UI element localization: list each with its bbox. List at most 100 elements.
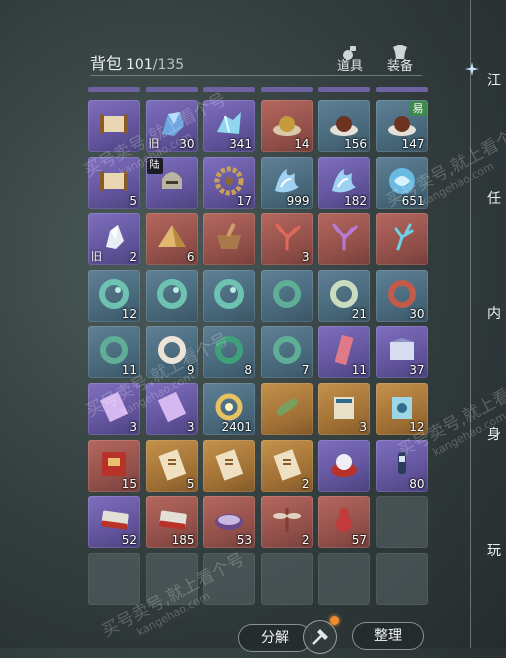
inventory-slot[interactable]: 12 [375,383,428,435]
inventory-slot[interactable]: 5 [145,439,198,492]
item-count: 101 [126,57,153,73]
inventory-slot[interactable]: 3 [145,383,198,435]
side-menu-item-2[interactable]: 任 [487,188,501,208]
inventory-slot[interactable]: 30 旧 [145,100,198,152]
jade-bracelet-icon [272,279,301,308]
item-quantity: 2 [129,250,137,265]
previous-row-edge [88,87,140,92]
inventory-slot[interactable]: 2旧 [88,213,140,266]
empty-slot[interactable] [145,552,198,605]
tab-items[interactable]: 道具 [332,44,368,74]
inventory-slot[interactable] [318,439,370,492]
item-quantity: 5 [186,476,195,491]
title-label: 背包 [90,54,123,73]
inventory-slot[interactable] [145,269,198,322]
empty-slot[interactable] [375,496,428,549]
empty-slot[interactable] [88,552,140,605]
item-quantity: 156 [344,137,367,151]
inventory-header: 背包 101/135 道具 装备 [90,44,422,74]
white-bracelet-icon [157,336,186,365]
inventory-slot[interactable]: 651 [375,156,428,209]
old-badge: 旧 [91,250,102,264]
inventory-slot[interactable]: 15 [88,439,140,492]
inventory-slot[interactable]: 182 [318,156,370,209]
side-menu-item-1[interactable]: 江 [487,70,501,90]
inventory-slot[interactable]: 11 [88,326,140,379]
inventory-slot[interactable]: 14 [260,100,313,152]
inventory-slot[interactable]: 2401 [203,383,255,435]
inventory-slot[interactable] [260,269,313,322]
inventory-slot[interactable] [375,213,428,266]
inventory-slot[interactable]: 11 [318,326,370,379]
inventory-slot[interactable] [260,383,313,435]
purple-scroll-icon [99,391,129,423]
sort-button[interactable]: 整理 [352,622,424,650]
side-menu-item-3[interactable]: 内 [487,303,501,323]
side-menu: 江 任 内 身 玩 [465,0,506,648]
empty-slot[interactable] [318,552,370,605]
paper-scroll-icon [157,448,186,481]
item-quantity: 2 [301,533,310,548]
inventory-slot[interactable]: 8 [203,326,255,379]
notification-dot [330,616,339,625]
item-quantity: 999 [286,193,310,208]
inventory-slot[interactable] [318,213,370,266]
inventory-slot[interactable] [203,213,255,266]
purple-coral-icon [332,223,358,251]
manual-icon [334,397,354,419]
inventory-slot[interactable]: 53 [203,496,255,549]
inventory-slot[interactable]: 3 [260,213,313,266]
inventory-slot[interactable]: 9 [145,326,198,379]
previous-row-edge [318,87,370,92]
old-badge: 旧 [148,137,160,150]
hammer-tool-button[interactable] [303,616,339,654]
inventory-slot[interactable]: 5 [88,156,140,209]
item-quantity: 80 [409,476,425,491]
item-quantity: 12 [409,420,425,434]
inventory-slot[interactable]: 147 易 [375,100,428,152]
inventory-slot[interactable]: 7 [260,326,313,379]
previous-row-edge [203,87,255,92]
inventory-slot[interactable]: 341 [203,100,255,152]
jade-swirl-icon [214,278,244,309]
inventory-slot[interactable] [203,269,255,322]
inventory-slot[interactable]: 37 [375,326,428,379]
inventory-slot[interactable]: 2 [260,496,313,549]
inventory-slot[interactable]: 6 [145,213,198,266]
item-quantity: 3 [186,420,195,434]
inventory-slot[interactable]: 12 [88,269,140,322]
inventory-slot[interactable]: 80 [375,439,428,492]
empty-slot[interactable] [375,552,428,605]
inventory-slot[interactable]: 156 [318,100,370,152]
item-quantity: 52 [121,533,137,548]
item-quantity: 11 [351,363,367,378]
inventory-slot[interactable] [88,100,140,152]
purple-scroll-icon [157,391,186,423]
inventory-slot[interactable]: 2 [260,439,313,492]
inventory-slot[interactable] [203,439,255,492]
item-quantity: 182 [344,193,367,208]
inventory-slot[interactable]: 185 [145,496,198,549]
previous-row-edge [375,87,428,92]
side-menu-item-4[interactable]: 身 [487,424,501,444]
inventory-slot[interactable]: 陆 [145,156,198,209]
item-quantity: 12 [121,306,137,321]
item-quantity: 30 [409,306,425,321]
side-menu-item-5[interactable]: 玩 [487,540,501,560]
inventory-slot[interactable]: 21 [318,269,370,322]
paper-scroll-icon [215,448,244,481]
item-quantity: 17 [236,193,252,208]
inventory-slot[interactable]: 3 [318,383,370,435]
inventory-slot[interactable]: 57 [318,496,370,549]
inventory-slot[interactable]: 52 [88,496,140,549]
inventory-slot[interactable]: 17 [203,156,255,209]
tab-equipment[interactable]: 装备 [382,44,418,74]
item-quantity: 651 [401,193,425,208]
inventory-slot[interactable]: 30 [375,269,428,322]
inventory-slot[interactable]: 3 [88,383,140,435]
capacity: /135 [152,57,185,73]
inventory-slot[interactable]: 999 [260,156,313,209]
empty-slot[interactable] [203,552,255,605]
empty-slot[interactable] [260,552,313,605]
header-divider [90,75,422,76]
